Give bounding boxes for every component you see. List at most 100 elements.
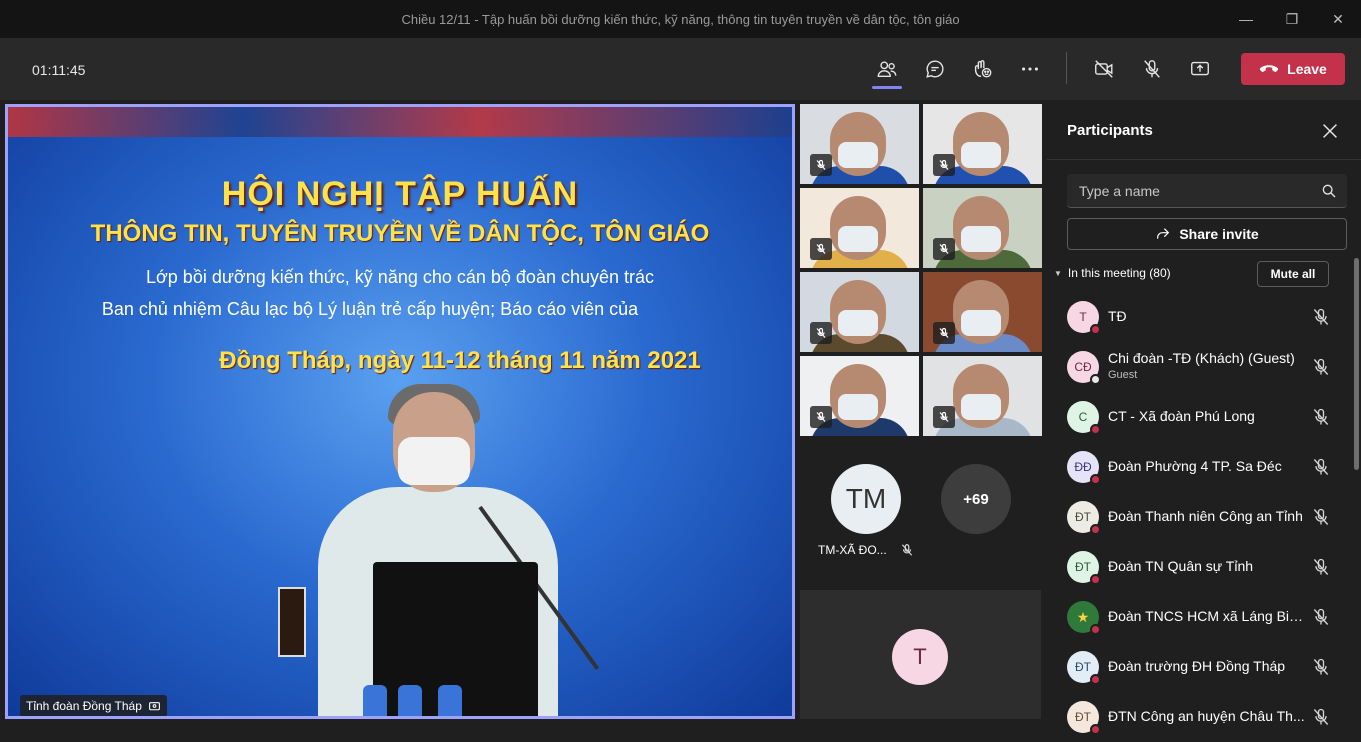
presence-status — [1090, 724, 1101, 735]
mic-off-icon — [901, 544, 913, 556]
participant-role: Guest — [1108, 369, 1138, 381]
participant-video-tile[interactable] — [800, 272, 919, 352]
participants-panel: Participants Share invite ▼ In this meet… — [1047, 100, 1361, 735]
participant-row[interactable]: ĐĐ Đoàn Phường 4 TP. Sa Đéc — [1047, 442, 1347, 492]
people-button[interactable] — [869, 51, 905, 89]
panel-scrollbar[interactable] — [1354, 258, 1359, 470]
participant-row[interactable]: CĐ Chi đoàn -TĐ (Khách) (Guest) Guest — [1047, 342, 1347, 392]
youth-union-logo-icon: ★ — [1076, 608, 1090, 625]
search-input[interactable] — [1079, 181, 1309, 201]
avatar: ĐT — [1067, 501, 1101, 535]
avatar-initials: C — [1078, 410, 1088, 424]
minimize-icon[interactable]: — — [1223, 0, 1269, 38]
slide-line-1: HỘI NGHỊ TẬP HUẤN — [221, 175, 579, 213]
participant-search[interactable] — [1067, 174, 1347, 208]
mic-off-icon[interactable] — [1311, 357, 1331, 377]
leave-button[interactable]: Leave — [1241, 53, 1345, 85]
mic-off-icon[interactable] — [1311, 557, 1331, 577]
presence-status — [1090, 374, 1101, 385]
mic-off-icon[interactable] — [1311, 457, 1331, 477]
participant-mask — [961, 226, 1001, 252]
participant-row[interactable]: T TĐ — [1047, 292, 1347, 342]
reactions-icon — [974, 60, 992, 78]
share-invite-button[interactable]: Share invite — [1067, 218, 1347, 250]
chevron-down-icon: ▼ — [1054, 268, 1062, 278]
screen-share-indicator-icon — [148, 701, 160, 710]
participant-name: CT - Xã đoàn Phú Long — [1108, 408, 1255, 424]
participant-row[interactable]: ĐT Đoàn TN Quân sự Tỉnh — [1047, 542, 1347, 592]
participant-video-tile[interactable] — [923, 104, 1042, 184]
avatar-initials: T — [1079, 310, 1087, 324]
participant-avatar-tm[interactable]: TM — [831, 464, 901, 534]
participant-video-tile[interactable] — [923, 188, 1042, 268]
share-screen-button[interactable] — [1182, 51, 1218, 87]
close-icon[interactable]: ✕ — [1315, 0, 1361, 38]
presence-status — [1090, 624, 1101, 635]
participant-name: Chi đoàn -TĐ (Khách) (Guest) — [1108, 350, 1295, 366]
close-icon[interactable] — [1319, 120, 1341, 142]
participant-name: Đoàn Phường 4 TP. Sa Đéc — [1108, 458, 1282, 474]
avatar: ĐĐ — [1067, 451, 1101, 485]
participant-row[interactable]: ĐT ĐTN Công an huyện Châu Th... — [1047, 692, 1347, 742]
mute-all-button[interactable]: Mute all — [1257, 261, 1329, 287]
in-meeting-toggle[interactable]: ▼ In this meeting (80) — [1054, 266, 1171, 280]
participant-mask — [838, 226, 878, 252]
participant-name: ĐTN Công an huyện Châu Th... — [1108, 708, 1305, 724]
mic-off-icon — [1144, 60, 1160, 78]
participant-mask — [838, 394, 878, 420]
speaker-name-label: Tỉnh đoàn Đồng Tháp — [20, 695, 167, 716]
avatar-initials: T — [913, 644, 927, 669]
mic-off-icon — [939, 243, 949, 254]
water-bottle — [438, 685, 462, 716]
muted-indicator — [933, 154, 955, 176]
participant-row[interactable]: ĐT Đoàn trường ĐH Đồng Tháp — [1047, 642, 1347, 692]
mic-off-icon[interactable] — [1311, 657, 1331, 677]
camera-toggle-button[interactable] — [1086, 51, 1122, 87]
mic-off-icon — [816, 243, 826, 254]
avatar-initials: ĐT — [1075, 660, 1091, 674]
search-icon[interactable] — [1321, 183, 1337, 199]
participant-row[interactable]: ★ Đoàn TNCS HCM xã Láng Biể... — [1047, 592, 1347, 642]
mic-toggle-button[interactable] — [1134, 51, 1170, 87]
panel-divider — [1047, 159, 1361, 160]
chat-button[interactable] — [917, 51, 953, 87]
muted-indicator — [933, 238, 955, 260]
muted-indicator — [933, 406, 955, 428]
avatar-initials: ĐT — [1075, 510, 1091, 524]
muted-indicator — [810, 238, 832, 260]
participant-video-tile[interactable] — [800, 188, 919, 268]
more-participants-button[interactable]: +69 — [941, 464, 1011, 534]
mic-off-icon — [816, 411, 826, 422]
meeting-toolbar: 01:11:45 Leave — [0, 38, 1361, 100]
muted-indicator — [810, 322, 832, 344]
mic-off-icon[interactable] — [1311, 707, 1331, 727]
restore-icon[interactable]: ❐ — [1269, 0, 1315, 38]
mic-off-icon — [939, 411, 949, 422]
mic-off-icon[interactable] — [1311, 307, 1331, 327]
camera-off-icon — [1095, 60, 1113, 78]
more-options-button[interactable] — [1012, 51, 1048, 87]
meeting-timer: 01:11:45 — [32, 62, 86, 78]
muted-indicator — [810, 154, 832, 176]
mic-off-icon[interactable] — [1311, 507, 1331, 527]
participant-video-tile[interactable] — [923, 272, 1042, 352]
participant-row[interactable]: ĐT Đoàn Thanh niên Công an Tỉnh — [1047, 492, 1347, 542]
avatar-initials: CĐ — [1074, 360, 1092, 374]
presence-status — [1090, 574, 1101, 585]
participant-video-tile[interactable] — [923, 356, 1042, 436]
mic-off-icon[interactable] — [1311, 607, 1331, 627]
mic-off-icon[interactable] — [1311, 407, 1331, 427]
participant-name: Đoàn trường ĐH Đồng Tháp — [1108, 658, 1286, 674]
reactions-button[interactable] — [964, 51, 1000, 87]
avatar-initials: ĐĐ — [1074, 460, 1092, 474]
water-bottle — [363, 685, 387, 716]
participant-video-tile[interactable] — [800, 356, 919, 436]
participant-video-tile[interactable] — [800, 104, 919, 184]
participant-row[interactable]: C CT - Xã đoàn Phú Long — [1047, 392, 1347, 442]
presence-status — [1090, 524, 1101, 535]
presence-status — [1090, 474, 1101, 485]
featured-video[interactable]: HỘI NGHỊ TẬP HUẤN THÔNG TIN, TUYÊN TRUYỀ… — [5, 104, 795, 719]
mic-off-icon — [816, 327, 826, 338]
title-bar: Chiều 12/11 - Tập huấn bồi dưỡng kiến th… — [0, 0, 1361, 38]
avatar: C — [1067, 401, 1101, 435]
